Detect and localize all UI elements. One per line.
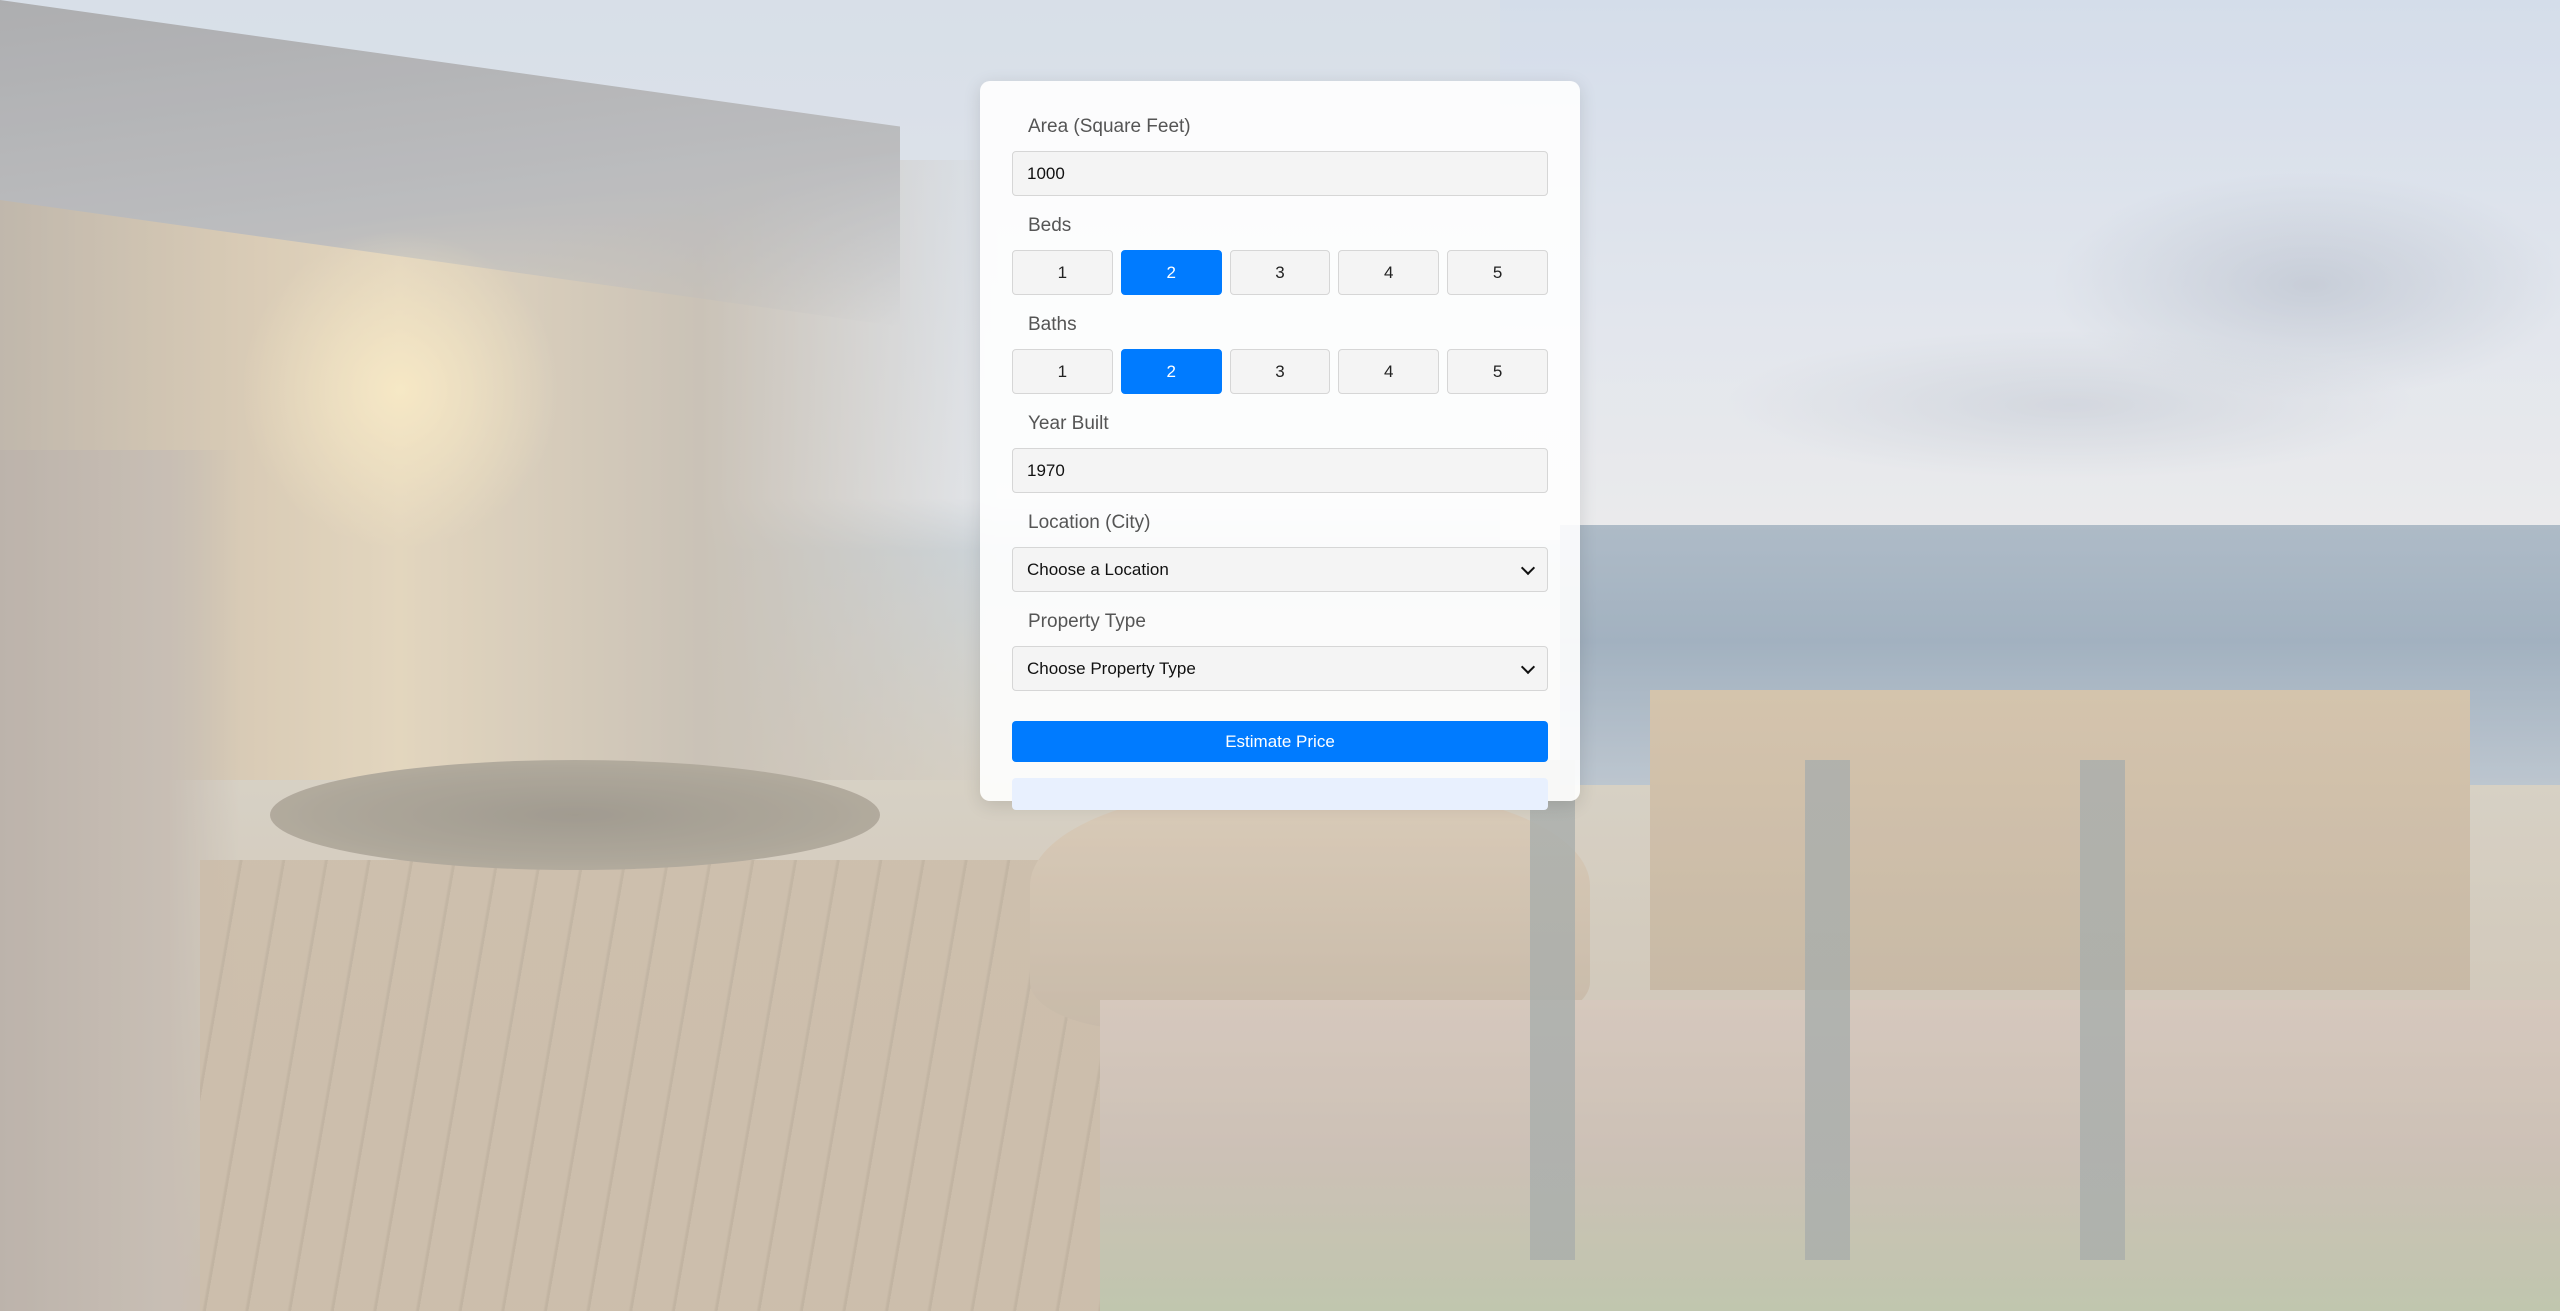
area-label: Area (Square Feet) [1028, 116, 1191, 137]
beds-options: 1 2 3 4 5 [1012, 250, 1548, 295]
location-label: Location (City) [1028, 512, 1151, 533]
baths-option-1[interactable]: 1 [1012, 349, 1113, 394]
beds-option-3[interactable]: 3 [1229, 250, 1331, 295]
baths-option-4[interactable]: 4 [1338, 349, 1440, 394]
year-built-label: Year Built [1028, 413, 1109, 434]
chevron-down-icon [1520, 560, 1536, 575]
property-type-select-value: Choose Property Type [1027, 658, 1196, 678]
property-type-label: Property Type [1028, 611, 1146, 632]
beds-label: Beds [1028, 215, 1072, 236]
beds-option-4[interactable]: 4 [1338, 250, 1440, 295]
baths-options: 1 2 3 4 5 [1012, 349, 1548, 394]
beds-option-5[interactable]: 5 [1447, 250, 1548, 295]
location-select-value: Choose a Location [1027, 559, 1169, 579]
baths-label: Baths [1028, 314, 1077, 335]
property-type-select[interactable]: Choose Property Type [1012, 646, 1548, 691]
estimate-price-button[interactable]: Estimate Price [1012, 721, 1548, 762]
year-built-input[interactable] [1012, 448, 1548, 493]
baths-option-5[interactable]: 5 [1447, 349, 1548, 394]
location-select[interactable]: Choose a Location [1012, 547, 1548, 592]
baths-option-2[interactable]: 2 [1120, 349, 1222, 394]
beds-option-1[interactable]: 1 [1012, 250, 1113, 295]
estimate-result [1012, 778, 1548, 810]
baths-option-3[interactable]: 3 [1229, 349, 1331, 394]
beds-option-2[interactable]: 2 [1120, 250, 1222, 295]
price-estimator-form: Area (Square Feet) Beds 1 2 3 4 5 Baths … [980, 81, 1580, 810]
area-input[interactable] [1012, 151, 1548, 196]
chevron-down-icon [1520, 659, 1536, 674]
